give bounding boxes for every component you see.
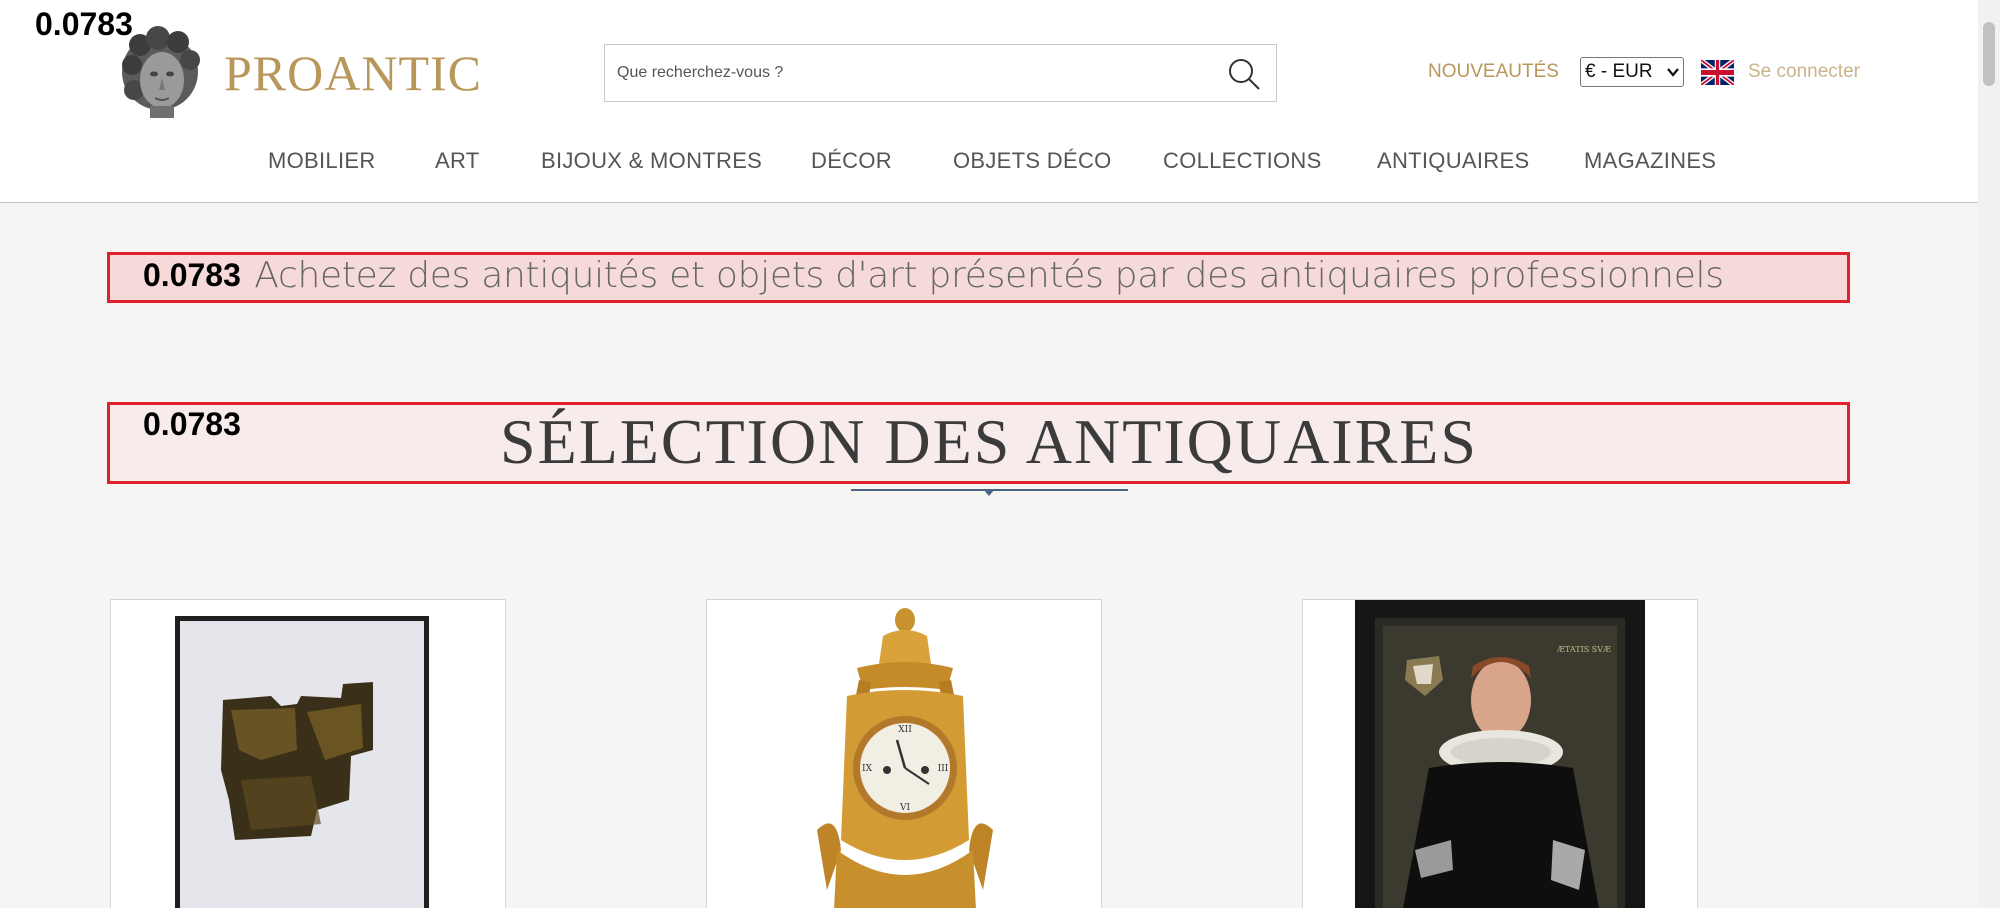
nav-item-decor[interactable]: DÉCOR (811, 148, 892, 174)
search-box (604, 44, 1277, 102)
svg-text:IX: IX (862, 764, 873, 774)
uk-flag-icon[interactable] (1701, 60, 1734, 85)
site-header: PROANTIC NOUVEAUTÉS € - EUR Se connecter… (0, 0, 1978, 203)
currency-value: € - EUR (1585, 61, 1653, 82)
svg-text:ÆTATIS SVÆ: ÆTATIS SVÆ (1556, 645, 1611, 654)
score-label: 0.0783 (143, 406, 241, 442)
score-label: 0.0783 (35, 6, 133, 42)
nav-item-antiquaires[interactable]: ANTIQUAIRES (1377, 148, 1529, 174)
abstract-painting-image (175, 616, 429, 908)
product-card[interactable] (110, 599, 506, 908)
product-card[interactable]: ÆTATIS SVÆ (1302, 599, 1698, 908)
login-link[interactable]: Se connecter (1748, 61, 1860, 83)
main-nav: MOBILIER ART BIJOUX & MONTRES DÉCOR OBJE… (0, 148, 1978, 178)
currency-select[interactable]: € - EUR (1580, 57, 1684, 87)
nav-item-magazines[interactable]: MAGAZINES (1584, 148, 1716, 174)
portrait-painting-image: ÆTATIS SVÆ (1355, 600, 1645, 908)
brand-name[interactable]: PROANTIC (224, 44, 482, 102)
chevron-down-icon (1667, 68, 1679, 77)
svg-text:III: III (938, 764, 949, 774)
nav-item-mobilier[interactable]: MOBILIER (268, 148, 376, 174)
nav-item-objets-deco[interactable]: OBJETS DÉCO (953, 148, 1112, 174)
title-divider-tip (983, 489, 995, 496)
product-card[interactable]: XII VI IX III (706, 599, 1102, 908)
gilt-bronze-clock-image: XII VI IX III (817, 608, 993, 908)
scrollbar-thumb[interactable] (1983, 22, 1995, 86)
search-icon[interactable] (1226, 56, 1262, 92)
search-input[interactable] (605, 45, 1205, 101)
score-label: 0.0783 (143, 257, 241, 293)
nav-item-bijoux-montres[interactable]: BIJOUX & MONTRES (541, 148, 762, 174)
section-title: SÉLECTION DES ANTIQUAIRES (500, 406, 1478, 477)
tagline: Achetez des antiquités et objets d'art p… (254, 255, 1724, 296)
nav-item-art[interactable]: ART (435, 148, 480, 174)
svg-text:XII: XII (898, 725, 912, 735)
nav-item-collections[interactable]: COLLECTIONS (1163, 148, 1322, 174)
svg-text:VI: VI (899, 803, 910, 813)
page-scrollbar[interactable] (1978, 0, 2000, 908)
new-arrivals-link[interactable]: NOUVEAUTÉS (1428, 61, 1559, 83)
